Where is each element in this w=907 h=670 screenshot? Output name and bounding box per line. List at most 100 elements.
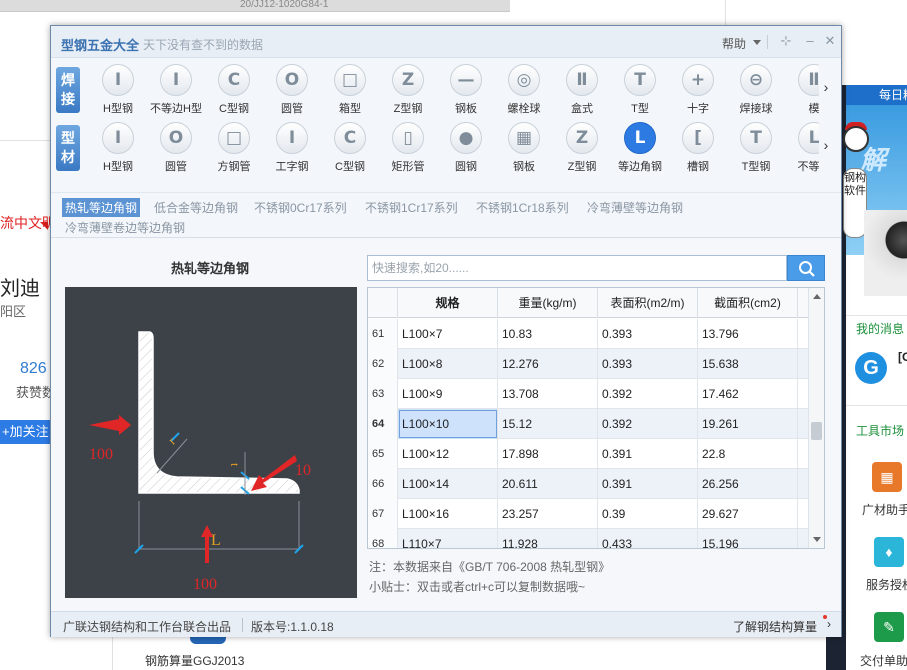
table-cell-weight[interactable]: 20.611	[498, 469, 598, 499]
title-bar[interactable]: 型钢五金大全 天下没有查不到的数据 帮助 ⊹ – ✕	[51, 26, 841, 58]
column-header[interactable]: 规格	[398, 288, 498, 318]
table-cell-weight[interactable]: 17.898	[498, 439, 598, 469]
table-cell-surface[interactable]: 0.391	[598, 439, 698, 469]
delivery-form-icon[interactable]: ✎	[874, 612, 904, 642]
table-cell-area[interactable]: 15.196	[698, 529, 798, 548]
section-item[interactable]: O 圆管	[147, 118, 205, 176]
weld-item[interactable]: ◎ 螺栓球	[495, 60, 553, 118]
table-row[interactable]: 64 L100×10 15.12 0.392 19.261	[368, 409, 808, 439]
weld-item[interactable]: C C型钢	[205, 60, 263, 118]
section-item[interactable]: L 不等边	[785, 118, 819, 176]
scroll-up-icon[interactable]	[813, 294, 821, 299]
section-item[interactable]: □ 方钢管	[205, 118, 263, 176]
search-input[interactable]	[368, 256, 786, 280]
section-item[interactable]: Ⅰ 工字钢	[263, 118, 321, 176]
table-cell-surface[interactable]: 0.393	[598, 349, 698, 379]
weld-item[interactable]: O 圆管	[263, 60, 321, 118]
chevron-down-icon[interactable]	[753, 40, 761, 45]
weld-item[interactable]: Ⅰ 不等边H型	[147, 60, 205, 118]
table-cell-weight[interactable]: 11.928	[498, 529, 598, 548]
table-cell-area[interactable]: 29.627	[698, 499, 798, 529]
section-item[interactable]: ● 圆钢	[437, 118, 495, 176]
right-panel-messages[interactable]: 我的消息	[856, 320, 904, 337]
table-cell-spec[interactable]: L100×16	[398, 499, 498, 529]
table-cell-weight[interactable]: 12.276	[498, 349, 598, 379]
table-cell-area[interactable]: 26.256	[698, 469, 798, 499]
table-cell-area[interactable]: 22.8	[698, 439, 798, 469]
column-header[interactable]: 截面积(cm2)	[698, 288, 798, 318]
section-item[interactable]: Z Z型钢	[553, 118, 611, 176]
weld-item[interactable]: Z Z型钢	[379, 60, 437, 118]
subtab-stainless-1cr17[interactable]: 不锈钢1Cr17系列	[365, 199, 458, 216]
table-cell-spec[interactable]: L100×14	[398, 469, 498, 499]
table-cell-spec[interactable]: L100×12	[398, 439, 498, 469]
table-cell-area[interactable]: 15.638	[698, 349, 798, 379]
section-item[interactable]: ▯ 矩形管	[379, 118, 437, 176]
table-cell-surface[interactable]: 0.393	[598, 319, 698, 349]
table-row[interactable]: 61 L100×7 10.83 0.393 13.796	[368, 319, 808, 349]
section-item[interactable]: Ⅰ H型钢	[89, 118, 147, 176]
weld-item[interactable]: Ⅰ H型钢	[89, 60, 147, 118]
subtab-hot-rolled-equal-angle[interactable]: 热轧等边角钢	[62, 198, 141, 217]
table-cell-area[interactable]: 19.261	[698, 409, 798, 439]
table-scrollbar[interactable]	[808, 288, 824, 548]
background-bottom-item[interactable]: 钢筋算量GGJ2013	[145, 652, 244, 669]
table-cell-spec[interactable]: L100×9	[398, 379, 498, 409]
weld-item[interactable]: ⊖ 焊接球	[727, 60, 785, 118]
table-cell-weight[interactable]: 13.708	[498, 379, 598, 409]
table-row[interactable]: 65 L100×12 17.898 0.391 22.8	[368, 439, 808, 469]
table-cell-surface[interactable]: 0.391	[598, 469, 698, 499]
background-follow-button[interactable]: +加关注	[0, 420, 50, 444]
table-cell-area[interactable]: 13.796	[698, 319, 798, 349]
tool-item-label[interactable]: 广材助手	[862, 501, 907, 518]
table-cell-spec[interactable]: L110×7	[398, 529, 498, 548]
minimize-icon[interactable]: –	[802, 33, 818, 49]
tool-item-label[interactable]: 服务授权	[866, 576, 907, 593]
column-header[interactable]: 重量(kg/m)	[498, 288, 598, 318]
service-auth-icon[interactable]: ♦	[874, 537, 904, 567]
chevron-right-icon[interactable]: ›	[819, 138, 833, 152]
table-row[interactable]: 66 L100×14 20.611 0.391 26.256	[368, 469, 808, 499]
weld-item[interactable]: + 十字	[669, 60, 727, 118]
section-item[interactable]: ▦ 钢板	[495, 118, 553, 176]
help-menu[interactable]: 帮助	[722, 35, 746, 52]
table-cell-weight[interactable]: 23.257	[498, 499, 598, 529]
table-cell-surface[interactable]: 0.392	[598, 409, 698, 439]
section-item[interactable]: C C型钢	[321, 118, 379, 176]
subtab-cold-formed-lipped[interactable]: 冷弯薄壁卷边等边角钢	[65, 219, 185, 236]
subtab-stainless-0cr17[interactable]: 不锈钢0Cr17系列	[254, 199, 347, 216]
scroll-thumb[interactable]	[811, 422, 822, 440]
table-cell-weight[interactable]: 15.12	[498, 409, 598, 439]
scroll-down-icon[interactable]	[813, 537, 821, 542]
app-g-icon[interactable]: G	[855, 352, 887, 384]
close-icon[interactable]: ✕	[822, 33, 838, 49]
table-row[interactable]: 63 L100×9 13.708 0.392 17.462	[368, 379, 808, 409]
column-header[interactable]: 表面积(m2/m)	[598, 288, 698, 318]
table-cell-area[interactable]: 17.462	[698, 379, 798, 409]
table-row[interactable]: 62 L100×8 12.276 0.393 15.638	[368, 349, 808, 379]
table-cell-weight[interactable]: 10.83	[498, 319, 598, 349]
table-cell-spec[interactable]: L100×8	[398, 349, 498, 379]
chevron-right-icon[interactable]: ›	[827, 617, 831, 631]
pin-icon[interactable]: ⊹	[778, 33, 794, 49]
table-cell-spec[interactable]: L100×10	[398, 409, 498, 439]
weld-item[interactable]: — 钢板	[437, 60, 495, 118]
weld-item[interactable]: Ⅱ模	[785, 60, 819, 118]
chevron-right-icon[interactable]: ›	[819, 80, 833, 94]
table-row[interactable]: 67 L100×16 23.257 0.39 29.627	[368, 499, 808, 529]
weld-item[interactable]: Ⅱ 盒式	[553, 60, 611, 118]
tool-item-label[interactable]: 交付单助	[860, 652, 907, 669]
table-row[interactable]: 68 L110×7 11.928 0.433 15.196	[368, 529, 808, 548]
section-item[interactable]: L 等边角钢	[611, 118, 669, 176]
weld-item[interactable]: T T型	[611, 60, 669, 118]
learn-more-link[interactable]: 了解钢结构算量	[733, 618, 817, 635]
table-cell-surface[interactable]: 0.433	[598, 529, 698, 548]
section-item[interactable]: T T型钢	[727, 118, 785, 176]
subtab-low-alloy[interactable]: 低合金等边角钢	[154, 199, 238, 216]
search-button[interactable]	[787, 255, 825, 281]
table-cell-spec[interactable]: L100×7	[398, 319, 498, 349]
table-cell-surface[interactable]: 0.392	[598, 379, 698, 409]
subtab-cold-formed[interactable]: 冷弯薄壁等边角钢	[587, 199, 683, 216]
material-helper-icon[interactable]: ▦	[872, 462, 902, 492]
subtab-stainless-1cr18[interactable]: 不锈钢1Cr18系列	[476, 199, 569, 216]
